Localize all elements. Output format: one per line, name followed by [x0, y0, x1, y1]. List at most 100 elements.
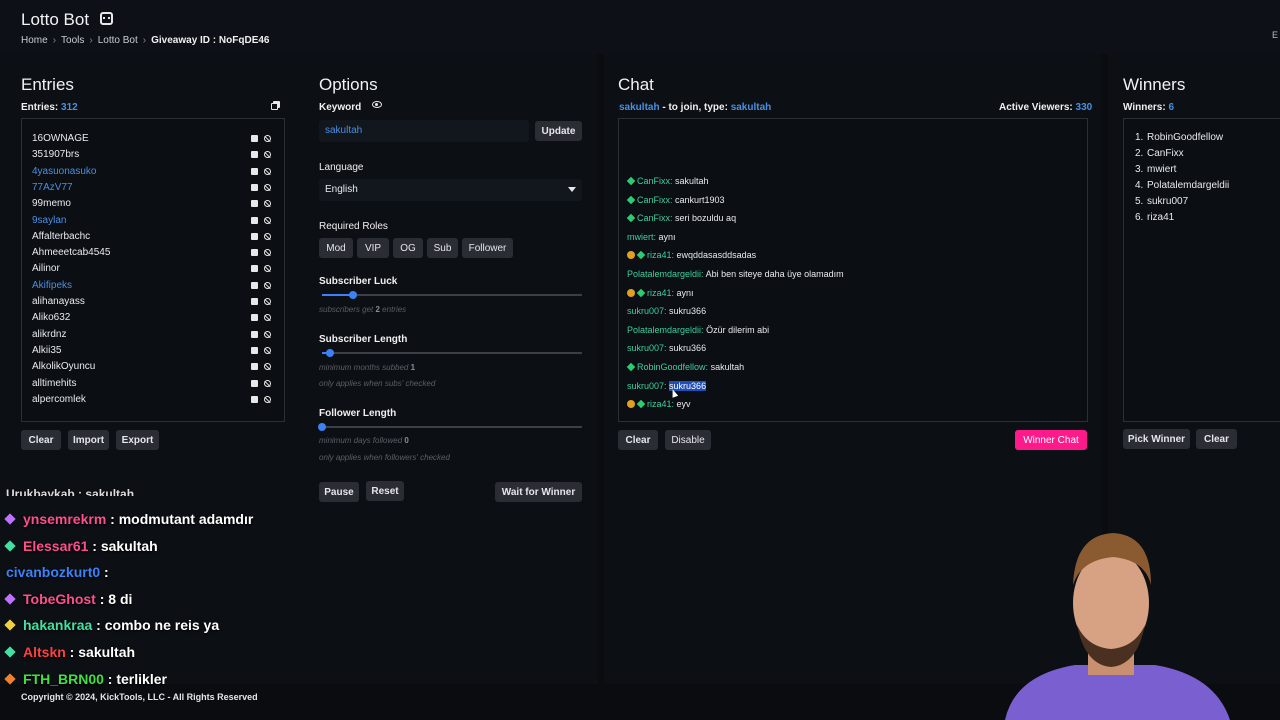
chat-username[interactable]: sukru007 [627, 381, 664, 391]
sub-length-hint: minimum months subbed 1 [319, 363, 416, 372]
entry-checkbox-icon[interactable] [251, 281, 258, 289]
entry-checkbox-icon[interactable] [251, 395, 258, 403]
chat-message: riza41: ewqddasasddsadas [627, 250, 756, 260]
language-select[interactable]: English [319, 179, 582, 201]
ban-icon[interactable] [264, 330, 271, 338]
keyword-input[interactable]: sakultah [319, 120, 529, 142]
ban-icon[interactable] [264, 135, 271, 142]
ban-icon[interactable] [264, 265, 271, 273]
stream-chat-line: TobeGhost : 8 di [4, 590, 132, 607]
stream-chat-line: civanbozkurt0 : [6, 564, 109, 580]
chat-text: Abi ben siteye daha üye olamadım [705, 269, 844, 279]
chat-username[interactable]: riza41 [647, 250, 672, 260]
ban-icon[interactable] [264, 183, 271, 191]
chat-text: ewqddasasddsadas [676, 250, 757, 261]
role-sub-button[interactable]: Sub [427, 238, 458, 258]
ban-icon[interactable] [264, 232, 271, 240]
entry-checkbox-icon[interactable] [251, 314, 258, 322]
reset-button[interactable]: Reset [366, 481, 404, 501]
stream-username: FTH_BRN00 [23, 670, 104, 687]
chat-username[interactable]: riza41 [647, 399, 672, 409]
entries-clear-button[interactable]: Clear [21, 430, 61, 450]
ban-icon[interactable] [264, 363, 271, 371]
wait-for-winner-button[interactable]: Wait for Winner [495, 482, 582, 502]
diamond-icon [636, 399, 646, 409]
winner-chat-button[interactable]: Winner Chat [1015, 430, 1087, 450]
winner-item: 6. riza41 [1135, 212, 1174, 223]
ban-icon[interactable] [264, 379, 271, 387]
chat-username[interactable]: sukru007 [627, 306, 664, 316]
entry-name: alpercomlek [32, 393, 86, 405]
chat-username[interactable]: RobinGoodfellow [637, 362, 706, 372]
keyword-label: Keyword [319, 102, 362, 113]
chat-username[interactable]: mwiert [627, 232, 654, 242]
copy-icon[interactable] [271, 101, 280, 110]
entry-checkbox-icon[interactable] [251, 346, 258, 354]
ban-icon[interactable] [264, 346, 271, 354]
winners-clear-button[interactable]: Clear [1196, 429, 1237, 449]
follower-length-slider[interactable] [318, 423, 582, 431]
chat-clear-button[interactable]: Clear [618, 430, 658, 450]
entry-name: alikrdnz [32, 328, 67, 340]
disable-button[interactable]: Disable [665, 430, 711, 450]
chat-username[interactable]: sukru007 [627, 343, 664, 353]
entry-checkbox-icon[interactable] [251, 151, 258, 159]
sub-badge-icon [627, 400, 635, 409]
chat-username[interactable]: riza41 [647, 288, 672, 298]
breadcrumb-lotto-bot[interactable]: Lotto Bot [98, 35, 138, 46]
entry-checkbox-icon[interactable] [251, 249, 258, 257]
entry-checkbox-icon[interactable] [251, 265, 258, 273]
entry-checkbox-icon[interactable] [251, 330, 258, 338]
chat-username[interactable]: CanFixx [637, 176, 670, 186]
chat-username[interactable]: Polatalemdargeldii [627, 269, 701, 279]
ban-icon[interactable] [264, 281, 271, 289]
pause-button[interactable]: Pause [319, 482, 359, 502]
pick-winner-button[interactable]: Pick Winner [1123, 429, 1190, 449]
stream-text: sakultah [78, 644, 136, 660]
winner-name: mwiert [1147, 164, 1177, 175]
entry-checkbox-icon[interactable] [251, 200, 258, 208]
ban-icon[interactable] [264, 151, 271, 159]
export-button[interactable]: Export [116, 430, 159, 450]
stream-text: combo ne reis ya [104, 617, 220, 634]
update-button[interactable]: Update [535, 121, 582, 141]
chat-username[interactable]: CanFixx [637, 213, 670, 223]
ban-icon[interactable] [264, 216, 271, 224]
sub-badge-icon [627, 251, 635, 260]
eye-icon[interactable] [372, 101, 382, 108]
role-vip-button[interactable]: VIP [357, 238, 389, 258]
entry-checkbox-icon[interactable] [251, 363, 258, 371]
chat-username[interactable]: CanFixx [637, 195, 670, 205]
chat-message: CanFixx: sakultah [626, 176, 709, 186]
ban-icon[interactable] [264, 167, 271, 175]
import-button[interactable]: Import [68, 430, 109, 450]
entry-checkbox-icon[interactable] [251, 183, 258, 191]
chat-message: CanFixx: seri bozuldu aq [626, 213, 736, 223]
stream-colon: : [88, 537, 101, 554]
entry-checkbox-icon[interactable] [251, 379, 258, 387]
edge-button[interactable]: E [1272, 30, 1278, 40]
role-og-button[interactable]: OG [393, 238, 423, 258]
stream-username: TobeGhost [23, 590, 96, 607]
entry-checkbox-icon[interactable] [251, 232, 258, 240]
entry-checkbox-icon[interactable] [251, 167, 258, 175]
sub-length-slider[interactable] [322, 349, 582, 357]
ban-icon[interactable] [264, 395, 271, 403]
ban-icon[interactable] [264, 200, 271, 208]
role-follower-button[interactable]: Follower [462, 238, 513, 258]
chat-username[interactable]: Polatalemdargeldii [627, 325, 701, 335]
ban-icon[interactable] [264, 298, 271, 305]
ban-icon[interactable] [264, 314, 271, 322]
role-mod-button[interactable]: Mod [319, 238, 353, 258]
stream-username: Altskn [23, 644, 66, 660]
entry-checkbox-icon[interactable] [251, 135, 258, 142]
ban-icon[interactable] [264, 249, 271, 257]
sub-luck-slider[interactable] [322, 291, 582, 299]
entry-checkbox-icon[interactable] [251, 216, 258, 224]
stream-colon: : [95, 590, 109, 607]
breadcrumb-home[interactable]: Home [21, 35, 48, 46]
breadcrumb-tools[interactable]: Tools [61, 35, 84, 46]
entry-name: Alkii35 [32, 344, 62, 356]
entry-checkbox-icon[interactable] [251, 298, 258, 305]
stream-chat-line: ynsemrekrm : modmutant adamdır [4, 511, 253, 527]
